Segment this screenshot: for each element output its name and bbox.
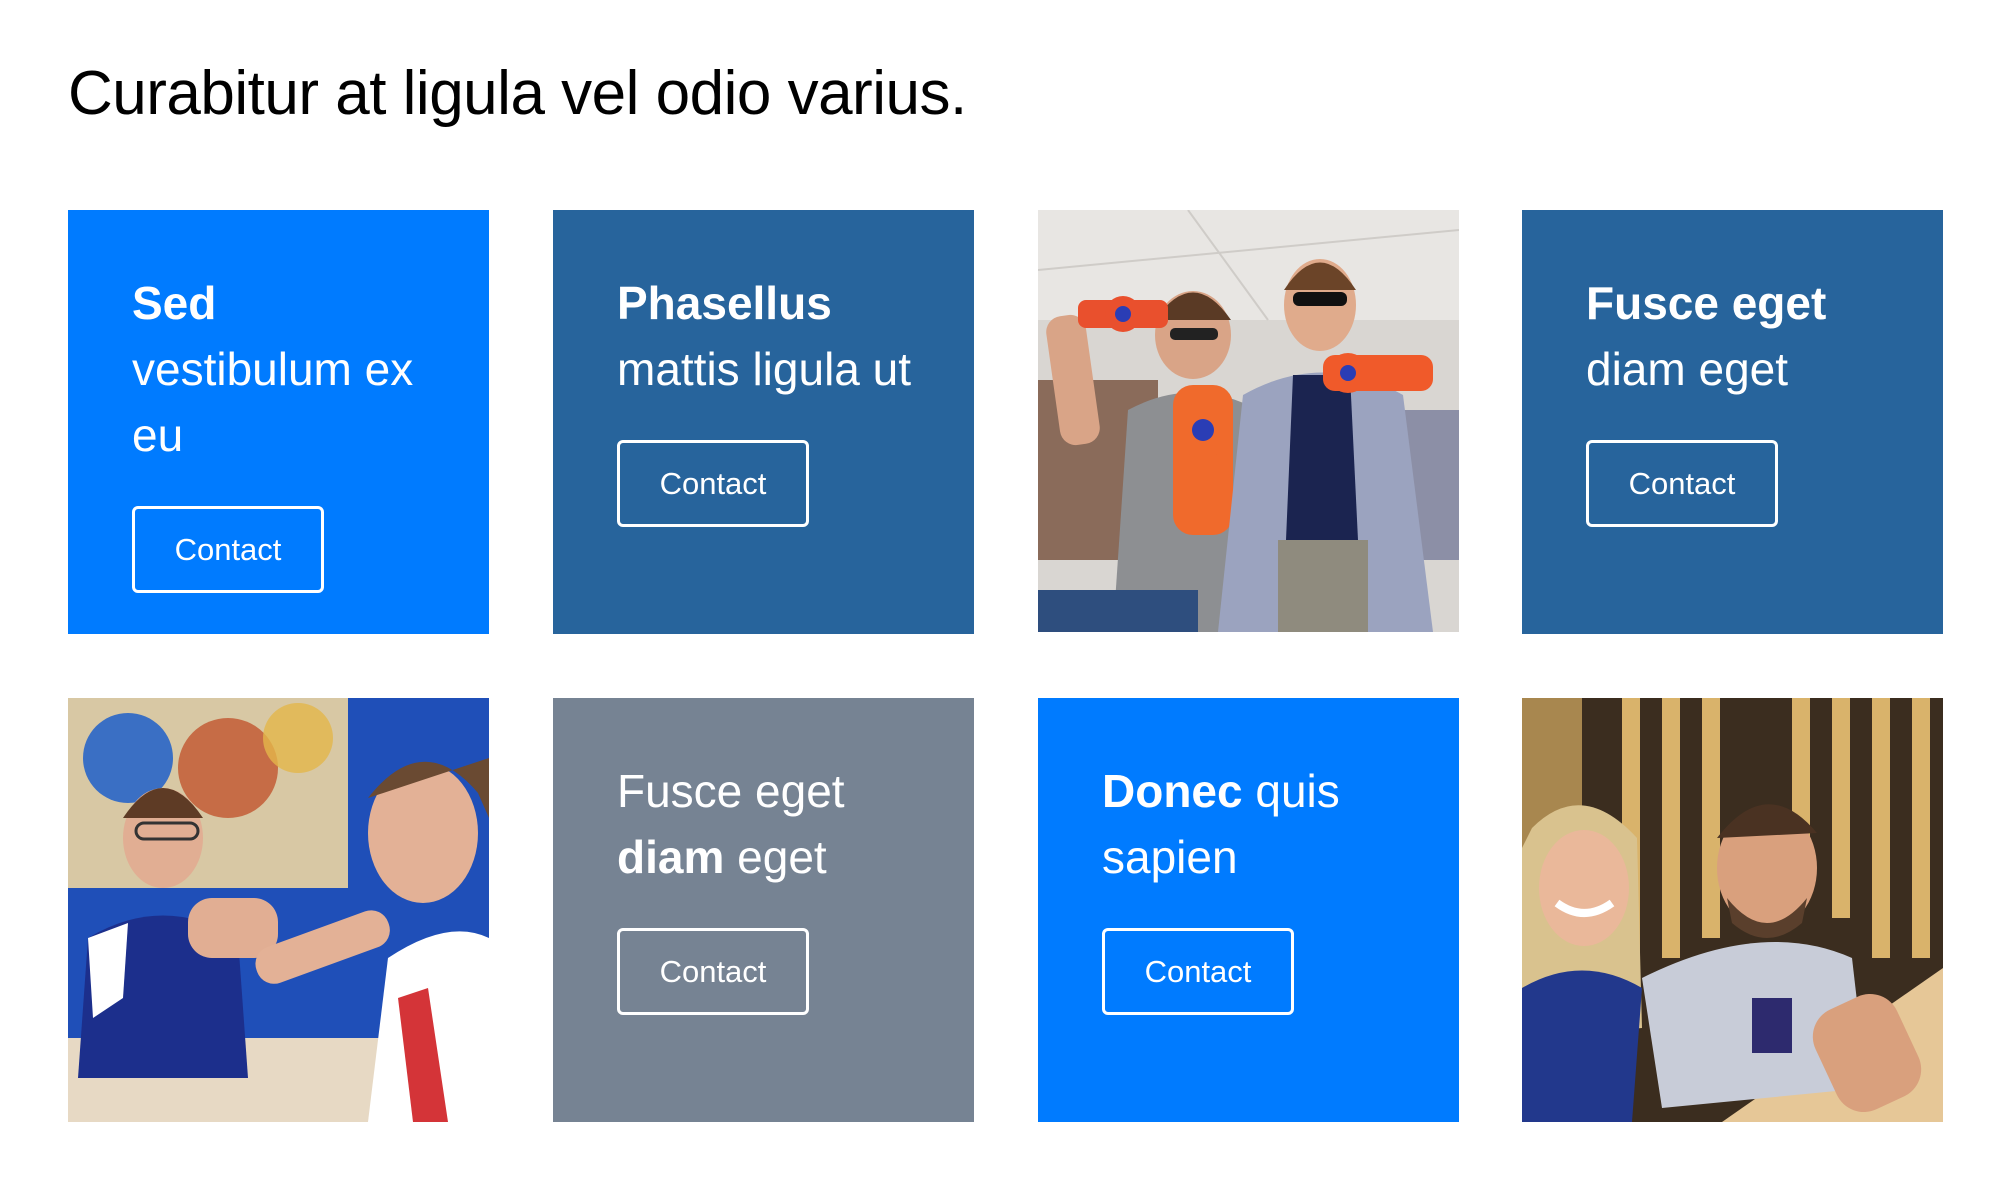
tile-heading-regular: mattis ligula ut (617, 343, 912, 395)
tile-heading-bold: Donec (1102, 765, 1243, 817)
contact-button[interactable]: Contact (617, 928, 809, 1015)
tile-heading-regular: eget (724, 831, 827, 883)
couple-at-table-photo (1522, 698, 1943, 1122)
tile-heading-regular: vestibulum ex eu (132, 343, 414, 461)
tile-heading-bold: diam (617, 831, 725, 883)
photo-tile-arm-wrestling (68, 698, 489, 1122)
two-men-with-toy-blasters-photo (1038, 210, 1459, 632)
tile-sed: Sed vestibulum ex eu Contact (68, 210, 489, 634)
tile-heading: Sed vestibulum ex eu (132, 270, 429, 468)
tile-fusce-eget: Fusce eget diam eget Contact (1522, 210, 1943, 634)
tile-heading: Phasellus mattis ligula ut (617, 270, 914, 402)
tile-heading-bold: Sed (132, 277, 217, 329)
photo-tile-toy-blasters (1038, 210, 1459, 632)
tile-heading: Fusce eget diam eget (1586, 270, 1883, 402)
page-title: Curabitur at ligula vel odio varius. (68, 59, 967, 128)
arm-wrestling-photo (68, 698, 489, 1122)
tile-heading: Fusce eget diam eget (617, 758, 914, 890)
contact-button[interactable]: Contact (1586, 440, 1778, 527)
tile-heading-regular: diam eget (1586, 343, 1789, 395)
contact-button[interactable]: Contact (1102, 928, 1294, 1015)
tile-donec: Donec quis sapien Contact (1038, 698, 1459, 1122)
tile-heading-regular-before: Fusce eget (617, 765, 845, 817)
tile-heading-bold: Phasellus (617, 277, 832, 329)
tile-heading: Donec quis sapien (1102, 758, 1399, 890)
tile-phasellus: Phasellus mattis ligula ut Contact (553, 210, 974, 634)
contact-button[interactable]: Contact (617, 440, 809, 527)
contact-button[interactable]: Contact (132, 506, 324, 593)
photo-tile-couple (1522, 698, 1943, 1122)
tile-fusce-eget-diam: Fusce eget diam eget Contact (553, 698, 974, 1122)
tile-heading-bold: Fusce eget (1586, 277, 1827, 329)
